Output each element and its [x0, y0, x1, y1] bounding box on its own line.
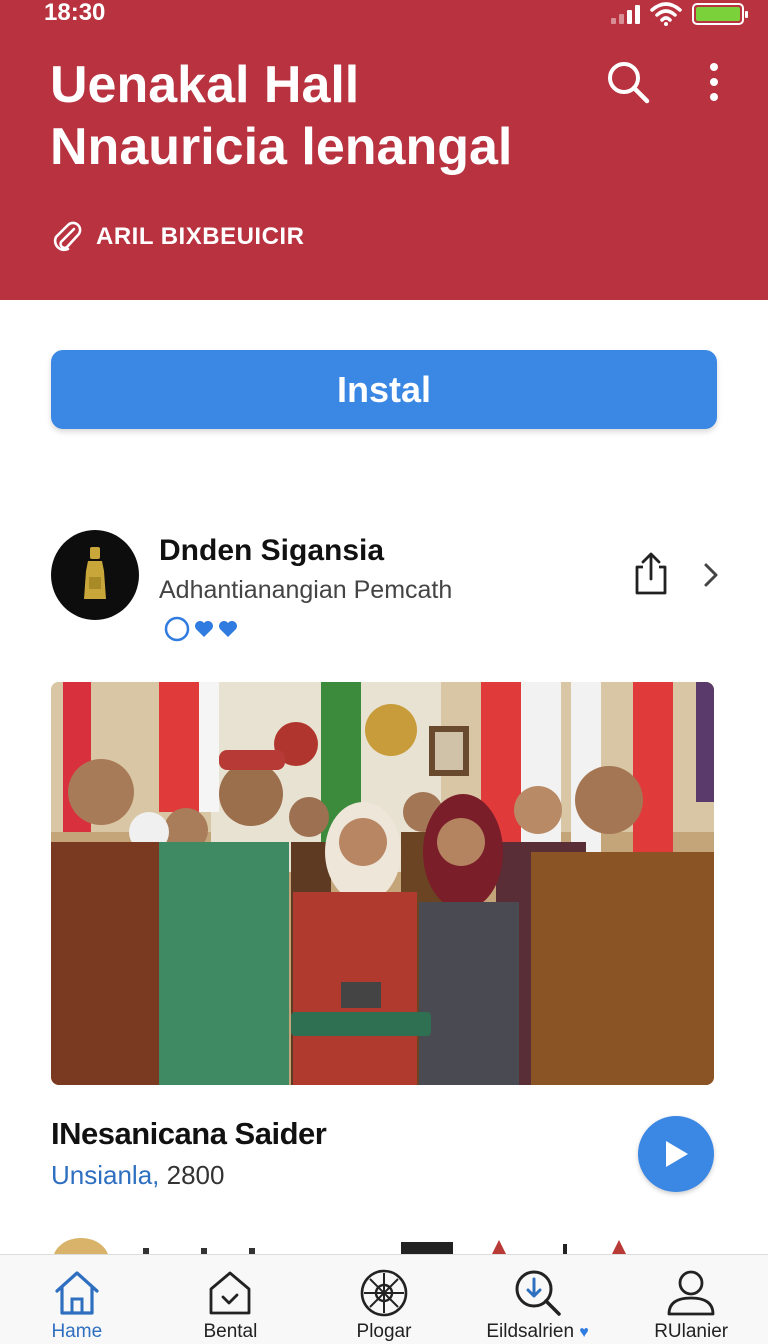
publisher-avatar: [51, 530, 139, 620]
download-search-icon: [512, 1267, 564, 1319]
bottle-icon: [84, 547, 106, 599]
app-header: 18:30 Uenakal Hall Nnauricia lenangal AR…: [0, 0, 768, 300]
search-icon: [608, 62, 650, 104]
publisher-rating: [164, 616, 238, 642]
nav-item-plogar[interactable]: Plogar: [307, 1255, 461, 1344]
nav-item-home[interactable]: Hame: [0, 1255, 154, 1344]
app-title-line2: Nnauricia lenangal: [50, 118, 513, 176]
header-tag[interactable]: ARIL BIXBEUICIR: [50, 220, 304, 254]
feature-meta: Unsianla, 2800: [51, 1160, 224, 1191]
signal-icon: [611, 4, 640, 24]
status-bar: 18:30: [0, 0, 768, 30]
nav-label-eildsalrien: Eildsalrien ♥: [486, 1321, 588, 1343]
paperclip-icon: [53, 221, 82, 252]
nav-item-profile[interactable]: RUlanier: [614, 1255, 768, 1344]
feature-title: INesanicana Saider: [51, 1116, 327, 1151]
publisher-subtitle: Adhantianangian Pemcath: [159, 576, 453, 604]
app-title: Uenakal Hall Nnauricia lenangal: [50, 54, 590, 178]
bottom-navigation: Hame Bental Plogar Eildsalrien ♥ RUlanie…: [0, 1254, 768, 1344]
heart-icon: [195, 621, 213, 637]
more-vertical-icon: [710, 63, 718, 101]
house-check-icon: [204, 1267, 256, 1319]
nav-label-plogar: Plogar: [356, 1321, 412, 1342]
ornament-icon: [358, 1267, 410, 1319]
app-title-line1: Uenakal Hall: [50, 56, 360, 114]
chevron-right-icon: [704, 563, 718, 587]
next-card-peek: [51, 1236, 714, 1256]
heart-icon: ♥: [579, 1324, 589, 1341]
next-card-preview: [53, 1238, 627, 1256]
nav-item-bental[interactable]: Bental: [154, 1255, 308, 1344]
nav-label-eildsalrien-text: Eildsalrien: [486, 1321, 575, 1342]
feature-photo[interactable]: [51, 682, 714, 1085]
play-icon: [666, 1141, 688, 1167]
circle-outline-icon: [164, 616, 190, 642]
profile-icon: [665, 1267, 717, 1319]
battery-fill: [696, 7, 740, 21]
share-icon: [635, 552, 667, 595]
battery-icon: [692, 3, 748, 25]
feature-number: 2800: [166, 1160, 225, 1190]
share-button[interactable]: [629, 550, 673, 598]
header-tag-label: ARIL BIXBEUICIR: [96, 223, 305, 250]
nav-label-home: Hame: [51, 1321, 103, 1342]
install-button[interactable]: Instal: [51, 350, 717, 429]
feature-location[interactable]: Unsianla,: [51, 1160, 159, 1190]
publisher-details-button[interactable]: [697, 558, 725, 592]
nav-item-eildsalrien[interactable]: Eildsalrien ♥: [461, 1255, 615, 1344]
heart-icon: [219, 621, 237, 637]
group-photo-illustration: [51, 682, 714, 1085]
status-icons: [611, 2, 748, 26]
search-button[interactable]: [604, 58, 652, 106]
publisher-row[interactable]: Dnden Sigansia Adhantianangian Pemcath: [51, 530, 731, 642]
publisher-name: Dnden Sigansia: [159, 534, 385, 567]
status-time: 18:30: [44, 0, 106, 26]
more-options-button[interactable]: [690, 58, 738, 106]
play-button[interactable]: [638, 1116, 714, 1192]
wifi-icon: [650, 2, 682, 26]
nav-label-profile: RUlanier: [654, 1321, 729, 1342]
home-icon: [51, 1267, 103, 1319]
nav-label-bental: Bental: [203, 1321, 258, 1342]
